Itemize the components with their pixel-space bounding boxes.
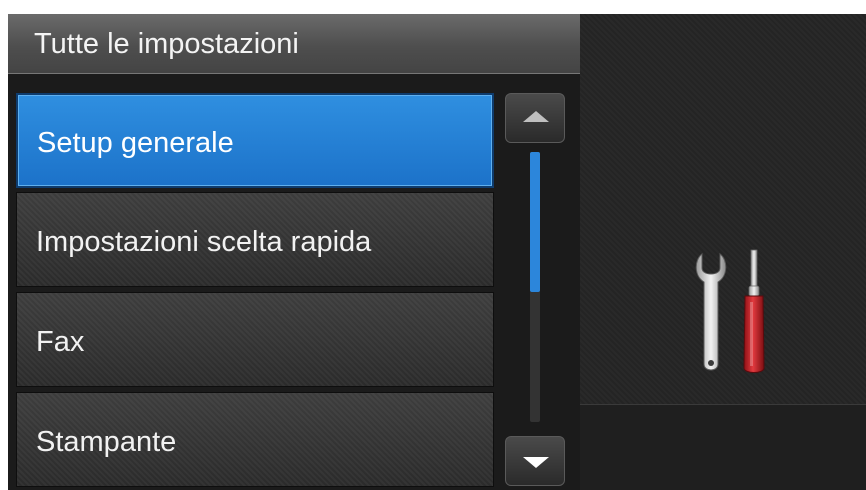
wrench-icon bbox=[695, 252, 727, 371]
preview-footer bbox=[580, 404, 866, 490]
wrench-screwdriver-icon bbox=[695, 249, 765, 373]
menu-item-label: Impostazioni scelta rapida bbox=[36, 226, 372, 258]
triangle-up-icon bbox=[523, 111, 549, 122]
triangle-down-icon bbox=[523, 457, 549, 468]
settings-preview-panel bbox=[580, 14, 866, 404]
lcd-screen: Tutte le impostazioni Setup generale Imp… bbox=[8, 14, 866, 490]
settings-menu-list: Setup generale Impostazioni scelta rapid… bbox=[16, 93, 494, 490]
menu-item-label: Fax bbox=[36, 326, 85, 358]
menu-item-label: Stampante bbox=[36, 426, 177, 458]
title-bar: Tutte le impostazioni bbox=[8, 14, 580, 74]
screwdriver-icon bbox=[743, 249, 765, 373]
menu-item-fax[interactable]: Fax bbox=[16, 292, 494, 387]
scroll-up-button[interactable] bbox=[505, 93, 565, 143]
menu-item-setup-generale[interactable]: Setup generale bbox=[16, 93, 494, 188]
page-title: Tutte le impostazioni bbox=[34, 28, 299, 60]
menu-item-stampante[interactable]: Stampante bbox=[16, 392, 494, 487]
scrollbar-thumb[interactable] bbox=[530, 152, 540, 292]
scroll-down-button[interactable] bbox=[505, 436, 565, 486]
menu-item-impostazioni-scelta-rapida[interactable]: Impostazioni scelta rapida bbox=[16, 192, 494, 287]
scrollbar-track[interactable] bbox=[530, 152, 540, 422]
menu-item-label: Setup generale bbox=[37, 127, 234, 159]
